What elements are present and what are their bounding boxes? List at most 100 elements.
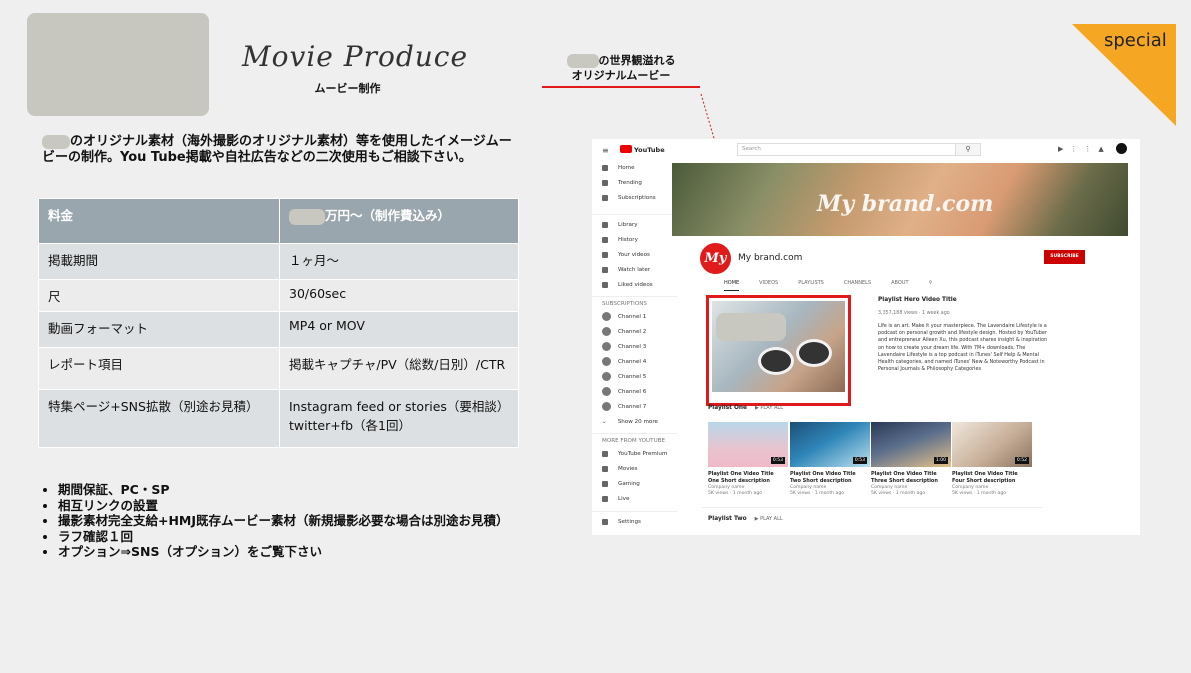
hamburger-menu-icon[interactable]: ≡ bbox=[602, 146, 609, 155]
coffee-cup-icon bbox=[758, 347, 794, 375]
sidebar-label: Subscriptions bbox=[618, 195, 656, 201]
sidebar-item-liked[interactable]: Liked videos bbox=[592, 278, 677, 293]
sidebar-channel[interactable]: Channel 7 bbox=[592, 400, 677, 415]
callout-label: の世界観溢れる オリジナルムービー bbox=[542, 53, 700, 83]
search-icon[interactable]: ⚲ bbox=[929, 280, 933, 286]
banner-text: My brand.com bbox=[817, 191, 994, 217]
video-meta: Company name 5K views · 1 month ago bbox=[952, 485, 1030, 497]
channel-avatar bbox=[602, 357, 611, 366]
video-thumbnail[interactable]: 0:52 bbox=[952, 422, 1032, 467]
price-suffix: 万円〜（制作費込み） bbox=[325, 208, 451, 223]
video-title[interactable]: Playlist One Video Title Four Short desc… bbox=[952, 471, 1030, 484]
video-channel[interactable]: Company name bbox=[790, 485, 826, 490]
duration-badge: 0:53 bbox=[852, 457, 867, 464]
sidebar-channel[interactable]: Channel 5 bbox=[592, 370, 677, 385]
hero-thumbnail[interactable] bbox=[712, 301, 845, 392]
list-item: 期間保証、PC・SP bbox=[58, 482, 578, 498]
sidebar-label: Channel 4 bbox=[618, 359, 647, 365]
subscribe-button[interactable]: SUBSCRIBE bbox=[1044, 250, 1085, 264]
sidebar-show-more[interactable]: ⌄ Show 20 more bbox=[592, 415, 677, 430]
gear-icon bbox=[602, 518, 608, 525]
sidebar-label: Show 20 more bbox=[617, 419, 658, 425]
sidebar-channel[interactable]: Channel 1 bbox=[592, 310, 677, 325]
film-icon bbox=[602, 465, 608, 472]
play-all-link[interactable]: ▶ PLAY ALL bbox=[755, 405, 783, 411]
sidebar-channel[interactable]: Channel 4 bbox=[592, 355, 677, 370]
sidebar-item-gaming[interactable]: Gaming bbox=[592, 477, 677, 492]
channel-avatar bbox=[602, 312, 611, 321]
search-icon[interactable]: ⚲ bbox=[955, 143, 981, 156]
sidebar-item-live[interactable]: Live bbox=[592, 492, 677, 507]
video-title[interactable]: Playlist One Video Title Three Short des… bbox=[871, 471, 949, 484]
list-item: オプション⇒SNS（オプション）をご覧下さい bbox=[58, 544, 578, 560]
row-label: 掲載期間 bbox=[38, 243, 280, 280]
hero-title[interactable]: Playlist Hero Video Title bbox=[878, 297, 957, 303]
sidebar-divider bbox=[592, 206, 677, 215]
playlist-title[interactable]: Playlist Two bbox=[708, 516, 747, 522]
sidebar-item-watch-later[interactable]: Watch later bbox=[592, 263, 677, 278]
sidebar-label: Channel 6 bbox=[618, 389, 647, 395]
table-row: 尺 30/60sec bbox=[38, 279, 519, 312]
sidebar-item-home[interactable]: Home bbox=[592, 161, 677, 176]
sidebar-label: Home bbox=[618, 165, 635, 171]
sidebar-label: Channel 3 bbox=[618, 344, 647, 350]
hero-meta: 3,357,188 views · 1 week ago bbox=[878, 311, 950, 316]
sidebar-item-library[interactable]: Library bbox=[592, 218, 677, 233]
video-channel[interactable]: Company name bbox=[708, 485, 744, 490]
yt-header-icons[interactable]: ▶⋮⋮▲ bbox=[1058, 145, 1111, 153]
video-title[interactable]: Playlist One Video Title Two Short descr… bbox=[790, 471, 868, 484]
sidebar-channel[interactable]: Channel 6 bbox=[592, 385, 677, 400]
play-all-link[interactable]: ▶ PLAY ALL bbox=[755, 516, 783, 522]
sidebar-item-history[interactable]: History bbox=[592, 233, 677, 248]
page-title: Movie Produce bbox=[241, 40, 469, 73]
video-thumbnail[interactable]: 0:53 bbox=[708, 422, 788, 467]
video-stats: 5K views · 1 month ago bbox=[790, 491, 845, 496]
sidebar-item-premium[interactable]: YouTube Premium bbox=[592, 447, 677, 462]
video-title[interactable]: Playlist One Video Title One Short descr… bbox=[708, 471, 786, 484]
sidebar-label: Settings bbox=[618, 519, 641, 525]
sidebar-label: Live bbox=[618, 496, 630, 502]
intro-body: のオリジナル素材（海外撮影のオリジナル素材）等を使用したイメージムービーの制作。… bbox=[42, 134, 512, 165]
video-thumbnail[interactable]: 1:00 bbox=[871, 422, 951, 467]
row-label: レポート項目 bbox=[38, 347, 280, 390]
sidebar-channel[interactable]: Channel 3 bbox=[592, 340, 677, 355]
hero-video-highlight[interactable] bbox=[706, 295, 851, 406]
video-channel[interactable]: Company name bbox=[952, 485, 988, 490]
sidebar-item-your-videos[interactable]: Your videos bbox=[592, 248, 677, 263]
tab-videos[interactable]: VIDEOS bbox=[759, 280, 778, 286]
section-divider bbox=[702, 507, 1042, 508]
tab-channels[interactable]: CHANNELS bbox=[844, 280, 871, 286]
row-label: 尺 bbox=[38, 279, 280, 312]
row-label: 特集ページ+SNS拡散（別途お見積） bbox=[38, 389, 280, 448]
thumbs-up-icon bbox=[602, 281, 608, 288]
coffee-cup-icon bbox=[796, 339, 832, 367]
yt-search-input[interactable]: Search bbox=[737, 143, 957, 156]
youtube-logo-text[interactable]: YouTube bbox=[634, 146, 665, 154]
row-value: 掲載キャプチャ/PV（総数/日別）/CTR bbox=[279, 347, 519, 390]
avatar[interactable] bbox=[1116, 143, 1127, 154]
more-heading: MORE FROM YOUTUBE bbox=[592, 433, 677, 447]
video-channel[interactable]: Company name bbox=[871, 485, 907, 490]
sidebar-channel[interactable]: Channel 2 bbox=[592, 325, 677, 340]
sidebar-item-settings[interactable]: Settings bbox=[592, 515, 677, 530]
table-row: 特集ページ+SNS拡散（別途お見積） Instagram feed or sto… bbox=[38, 389, 519, 448]
tab-playlists[interactable]: PLAYLISTS bbox=[798, 280, 824, 286]
client-logo-placeholder bbox=[27, 13, 209, 116]
sidebar-label: Library bbox=[618, 222, 638, 228]
playlist-title[interactable]: Playlist One bbox=[708, 405, 747, 411]
tab-home[interactable]: HOME bbox=[724, 280, 740, 291]
sidebar-divider bbox=[592, 507, 677, 512]
redacted-price bbox=[289, 208, 325, 225]
video-thumbnail[interactable]: 0:53 bbox=[790, 422, 870, 467]
video-meta: Company name 5K views · 1 month ago bbox=[871, 485, 949, 497]
channel-logo[interactable]: My bbox=[700, 243, 731, 274]
tab-about[interactable]: ABOUT bbox=[891, 280, 908, 286]
hero-description: Life is an art. Make it your masterpiece… bbox=[878, 323, 1048, 373]
sidebar-item-movies[interactable]: Movies bbox=[592, 462, 677, 477]
subscriptions-icon bbox=[602, 194, 608, 201]
sidebar-item-subscriptions[interactable]: Subscriptions bbox=[592, 191, 677, 206]
gamepad-icon bbox=[602, 480, 608, 487]
sidebar-item-trending[interactable]: Trending bbox=[592, 176, 677, 191]
youtube-logo-icon[interactable] bbox=[620, 145, 632, 153]
callout-line2: オリジナルムービー bbox=[571, 69, 671, 82]
